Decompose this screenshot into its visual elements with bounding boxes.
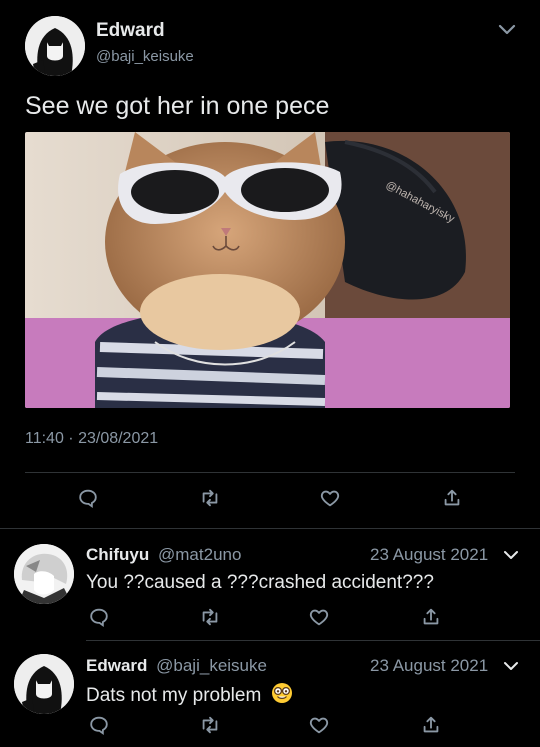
- retweet-button[interactable]: [197, 485, 223, 511]
- speech-bubble-icon: [90, 608, 108, 628]
- tweet-image[interactable]: @hahaharyisky: [25, 132, 510, 408]
- reply-header: Edward @baji_keisuke: [86, 656, 267, 676]
- reply-date: 23 August 2021: [370, 545, 489, 564]
- heart-icon: [309, 609, 329, 626]
- reply-text: You ??caused a ???crashed accident???: [86, 572, 434, 593]
- reply-menu-button[interactable]: [500, 655, 522, 677]
- heart-icon: [320, 490, 340, 507]
- reply-avatar[interactable]: [14, 544, 74, 604]
- speech-bubble-icon: [90, 716, 108, 736]
- reply-avatar[interactable]: [14, 654, 74, 714]
- share-icon: [423, 716, 439, 733]
- like-button[interactable]: [317, 485, 343, 511]
- share-button[interactable]: [439, 485, 465, 511]
- reply-button[interactable]: [75, 485, 101, 511]
- retweet-icon: [202, 716, 218, 734]
- reply-author-handle[interactable]: @baji_keisuke: [156, 656, 267, 675]
- reply-author-handle[interactable]: @mat2uno: [158, 545, 241, 564]
- reply-button[interactable]: [86, 712, 112, 738]
- divider-timestamp: [25, 472, 515, 473]
- reply-header: Chifuyu @mat2uno: [86, 545, 241, 565]
- retweet-icon: [202, 489, 218, 507]
- divider-main: [0, 528, 540, 529]
- reply-date: 23 August 2021: [370, 656, 489, 675]
- reply-text: Dats not my problem: [86, 685, 262, 707]
- reply-menu-button[interactable]: [500, 544, 522, 566]
- reply-text-row: Dats not my problem: [86, 682, 293, 710]
- share-button[interactable]: [418, 712, 444, 738]
- reply-author-name[interactable]: Chifuyu: [86, 545, 149, 564]
- chevron-down-icon: [504, 662, 518, 670]
- retweet-button[interactable]: [197, 604, 223, 630]
- reply-author-name[interactable]: Edward: [86, 656, 147, 675]
- author-avatar[interactable]: [25, 16, 85, 76]
- share-button[interactable]: [418, 604, 444, 630]
- share-icon: [444, 489, 460, 506]
- tweet-text: See we got her in one pece: [25, 92, 330, 120]
- chevron-down-icon: [504, 551, 518, 559]
- author-handle[interactable]: @baji_keisuke: [96, 48, 194, 65]
- like-button[interactable]: [306, 712, 332, 738]
- nerd-face-emoji-icon: [271, 682, 293, 710]
- retweet-icon: [202, 608, 218, 626]
- reply-button[interactable]: [86, 604, 112, 630]
- retweet-button[interactable]: [197, 712, 223, 738]
- like-button[interactable]: [306, 604, 332, 630]
- tweet-menu-button[interactable]: [494, 16, 520, 42]
- share-icon: [423, 608, 439, 625]
- divider-reply: [86, 640, 540, 641]
- speech-bubble-icon: [79, 489, 97, 509]
- chevron-down-icon: [498, 24, 516, 35]
- tweet-timestamp: 11:40 · 23/08/2021: [25, 430, 159, 447]
- author-name[interactable]: Edward: [96, 20, 165, 42]
- heart-icon: [309, 717, 329, 734]
